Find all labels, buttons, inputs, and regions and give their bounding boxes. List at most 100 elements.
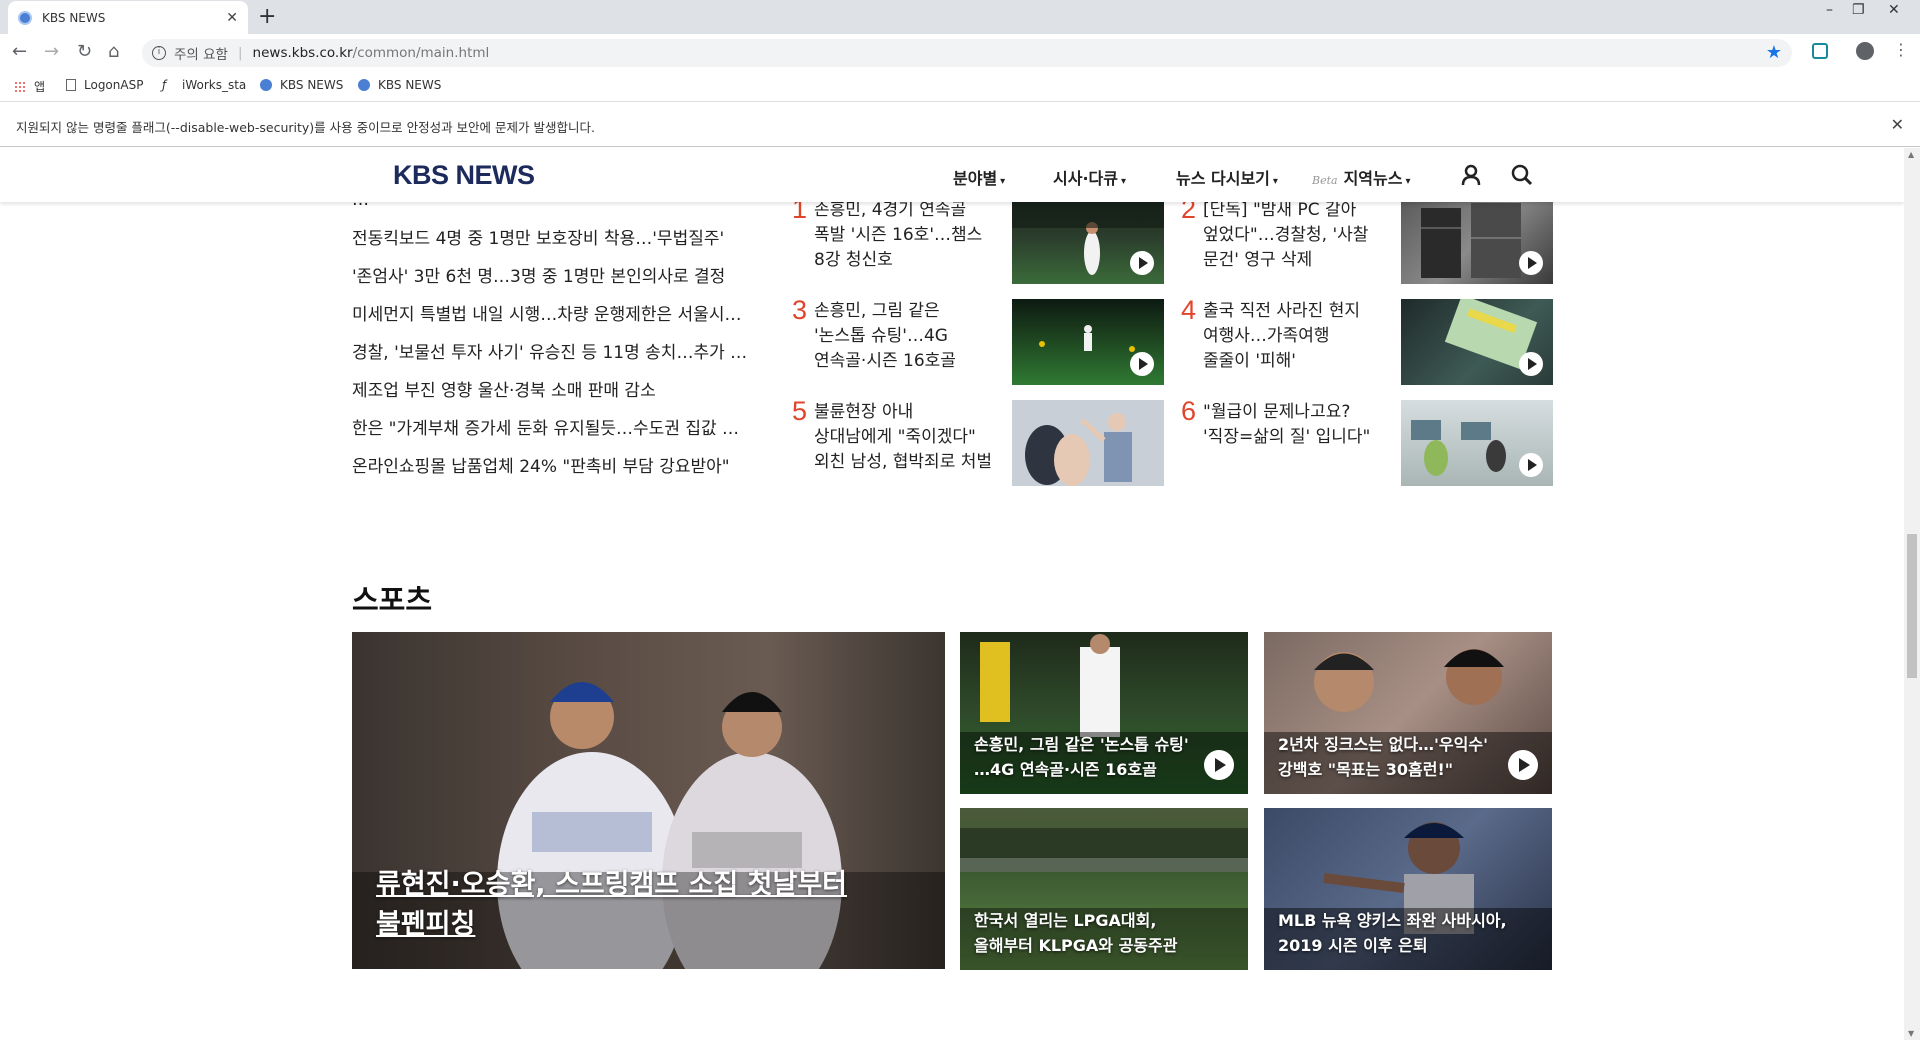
bookmark-label: KBS NEWS xyxy=(378,78,442,92)
reload-icon[interactable]: ↻ xyxy=(77,41,92,62)
infobar-close-icon[interactable]: ✕ xyxy=(1891,115,1904,134)
search-icon[interactable] xyxy=(1511,164,1533,186)
sports-card-title: 2년차 징크스는 없다…'우익수' 강백호 "목표는 30홈런!" xyxy=(1278,735,1488,779)
bookmark-kbs-2[interactable]: KBS NEWS xyxy=(358,78,441,92)
apps-grid-icon xyxy=(14,80,26,93)
headline-item[interactable]: 제조업 부진 영향 울산·경북 소매 판매 감소 xyxy=(352,376,752,401)
headline-item[interactable]: 전동킥보드 4명 중 1명만 보호장비 착용…'무법질주' xyxy=(352,224,752,249)
headline-item[interactable]: '존엄사' 3만 6천 명…3명 중 1명만 본인의사로 결정 xyxy=(352,262,752,287)
bookmark-label: 앱 xyxy=(34,80,46,94)
home-icon[interactable]: ⌂ xyxy=(108,41,119,62)
forward-icon[interactable]: → xyxy=(44,41,59,62)
play-icon[interactable] xyxy=(1130,352,1154,376)
scroll-thumb[interactable] xyxy=(1907,534,1917,678)
page-scrollbar[interactable]: ▲ ▼ xyxy=(1904,148,1920,1040)
bookmark-star-icon[interactable]: ★ xyxy=(1766,42,1782,63)
iworks-icon: ƒ xyxy=(162,78,167,92)
thumbnail xyxy=(1401,299,1553,385)
profile-icon[interactable] xyxy=(1856,42,1874,60)
back-icon[interactable]: ← xyxy=(12,41,27,62)
nav-category[interactable]: 분야별 ▾ xyxy=(953,165,1005,189)
menu-icon[interactable]: ⋮ xyxy=(1893,40,1909,59)
bookmark-iworks[interactable]: ƒ iWorks_sta xyxy=(162,78,246,92)
headline-item[interactable]: 미세먼지 특별법 내일 시행…차량 운행제한은 서울시… xyxy=(352,300,752,325)
thumbnail xyxy=(1012,400,1164,486)
rank-number: 5 xyxy=(792,396,808,426)
sports-card[interactable]: MLB 뉴욕 양키스 좌완 사바시아, 2019 시즌 이후 은퇴 xyxy=(1264,808,1552,970)
ranked-news-item[interactable]: 5 불륜현장 아내 상대남에게 "죽이겠다" 외친 남성, 협박죄로 처벌 xyxy=(792,396,1172,486)
ranked-news-item[interactable]: 4 출국 직전 사라진 현지 여행사…가족여행 줄줄이 '피해' xyxy=(1181,295,1561,385)
tab-title: KBS NEWS xyxy=(42,10,106,25)
nav-label: 분야별 xyxy=(953,169,998,188)
rank-title: 손흥민, 4경기 연속골 폭발 '시즌 16호'…챔스 8강 청신호 xyxy=(814,200,983,270)
sports-section-title: 스포츠 xyxy=(352,583,433,617)
headline-item[interactable]: 경찰, '보물선 투자 사기' 유승진 등 11명 송치…추가 … xyxy=(352,338,752,363)
thumbnail xyxy=(1401,400,1553,486)
infobar-message: 지원되지 않는 명령줄 플래그(--disable-web-security)를… xyxy=(16,120,595,135)
bookmark-label: iWorks_sta xyxy=(182,78,247,92)
kbs-favicon-icon xyxy=(18,10,32,25)
security-warning: 주의 요함 xyxy=(174,47,228,63)
kbs-favicon-icon xyxy=(260,79,272,91)
browser-tab[interactable]: KBS NEWS ✕ xyxy=(8,1,248,34)
scroll-down-icon[interactable]: ▼ xyxy=(1908,1029,1914,1038)
sports-card[interactable]: 손흥민, 그림 같은 '논스톱 슈팅' …4G 연속골·시즌 16호골 xyxy=(960,632,1248,794)
sports-card[interactable]: 한국서 열리는 LPGA대회, 올해부터 KLPGA와 공동주관 xyxy=(960,808,1248,970)
sports-card-title: MLB 뉴욕 양키스 좌완 사바시아, 2019 시즌 이후 은퇴 xyxy=(1278,911,1507,955)
new-tab-button[interactable]: + xyxy=(258,4,276,29)
scroll-up-icon[interactable]: ▲ xyxy=(1908,150,1914,159)
ranked-news-item[interactable]: 1 손흥민, 4경기 연속골 폭발 '시즌 16호'…챔스 8강 청신호 xyxy=(792,194,1172,284)
play-icon[interactable] xyxy=(1204,750,1234,780)
rank-title: 불륜현장 아내 상대남에게 "죽이겠다" 외친 남성, 협박죄로 처벌 xyxy=(814,402,993,472)
caret-down-icon: ▾ xyxy=(1000,176,1006,187)
sports-main-title: 류현진·오승환, 스프링캠프 소집 첫날부터 불펜피칭 xyxy=(376,869,847,940)
headline-item[interactable]: 한은 "가계부채 증가세 둔화 유지될듯…수도권 집값 … xyxy=(352,414,752,439)
headline-item[interactable]: 온라인쇼핑몰 납품업체 24% "판촉비 부담 강요받아" xyxy=(352,452,752,477)
sports-card-title: 한국서 열리는 LPGA대회, 올해부터 KLPGA와 공동주관 xyxy=(974,911,1178,955)
bookmark-apps[interactable]: 앱 xyxy=(14,78,45,95)
play-icon[interactable] xyxy=(1519,453,1543,477)
thumbnail xyxy=(1401,198,1553,284)
site-logo[interactable]: KBS NEWS xyxy=(393,160,535,191)
ranked-news-item[interactable]: 6 "월급이 문제나고요? '직장=삶의 질' 입니다" xyxy=(1181,396,1561,486)
url-path: /common/main.html xyxy=(352,45,490,61)
nav-regional[interactable]: Beta 지역뉴스 ▾ xyxy=(1312,165,1411,189)
rank-title: 손흥민, 그림 같은 '논스톱 슈팅'…4G 연속골·시즌 16호골 xyxy=(814,301,956,371)
kbs-favicon-icon xyxy=(358,79,370,91)
info-icon[interactable]: i xyxy=(152,46,166,60)
sports-card-title: 손흥민, 그림 같은 '논스톱 슈팅' …4G 연속골·시즌 16호골 xyxy=(974,735,1189,779)
nav-label: 지역뉴스 xyxy=(1343,169,1403,188)
caret-down-icon: ▾ xyxy=(1120,176,1126,187)
play-icon[interactable] xyxy=(1519,251,1543,275)
ranked-news-item[interactable]: 3 손흥민, 그림 같은 '논스톱 슈팅'…4G 연속골·시즌 16호골 xyxy=(792,295,1172,385)
play-icon[interactable] xyxy=(1130,251,1154,275)
site-header: KBS NEWS 분야별 ▾ 시사·다큐 ▾ 뉴스 다시보기 ▾ Beta 지역뉴스 ▾ xyxy=(0,148,1904,202)
nav-replay[interactable]: 뉴스 다시보기 ▾ xyxy=(1176,165,1278,189)
bookmark-label: KBS NEWS xyxy=(280,78,344,92)
play-icon[interactable] xyxy=(1519,352,1543,376)
nav-current-affairs[interactable]: 시사·다큐 ▾ xyxy=(1053,165,1126,189)
illustration-image xyxy=(1025,413,1132,486)
browser-tabbar: KBS NEWS ✕ + – ❐ ✕ xyxy=(0,0,1920,34)
extension-icon[interactable] xyxy=(1812,43,1828,59)
bookmark-logonasp[interactable]: LogonASP xyxy=(66,78,143,92)
rank-number: 4 xyxy=(1181,295,1197,325)
sports-card[interactable]: 2년차 징크스는 없다…'우익수' 강백호 "목표는 30홈런!" xyxy=(1264,632,1552,794)
window-close-icon[interactable]: ✕ xyxy=(1888,2,1900,18)
user-icon[interactable] xyxy=(1461,164,1481,186)
address-bar[interactable]: i 주의 요함 | news.kbs.co.kr /common/main.ht… xyxy=(142,39,1792,67)
rank-title: 출국 직전 사라진 현지 여행사…가족여행 줄줄이 '피해' xyxy=(1203,301,1360,371)
play-icon[interactable] xyxy=(1508,750,1538,780)
nav-label: 시사·다큐 xyxy=(1053,169,1118,188)
sports-main-story[interactable]: 류현진·오승환, 스프링캠프 소집 첫날부터 불펜피칭 xyxy=(352,632,945,969)
tab-close-icon[interactable]: ✕ xyxy=(226,10,238,26)
warning-infobar: 지원되지 않는 명령줄 플래그(--disable-web-security)를… xyxy=(0,103,1920,147)
bookmark-kbs-1[interactable]: KBS NEWS xyxy=(260,78,343,92)
caret-down-icon: ▾ xyxy=(1272,176,1278,187)
ranked-news-item[interactable]: 2 [단독] "밤새 PC 갈아 엎었다"…경찰청, '사찰 문건' 영구 삭제 xyxy=(1181,194,1561,284)
browser-toolbar: ← → ↻ ⌂ i 주의 요함 | news.kbs.co.kr /common… xyxy=(0,34,1920,70)
nav-label: 뉴스 다시보기 xyxy=(1176,169,1270,188)
minimize-icon[interactable]: – xyxy=(1826,2,1833,18)
thumbnail xyxy=(1012,198,1164,284)
restore-icon[interactable]: ❐ xyxy=(1852,2,1865,18)
